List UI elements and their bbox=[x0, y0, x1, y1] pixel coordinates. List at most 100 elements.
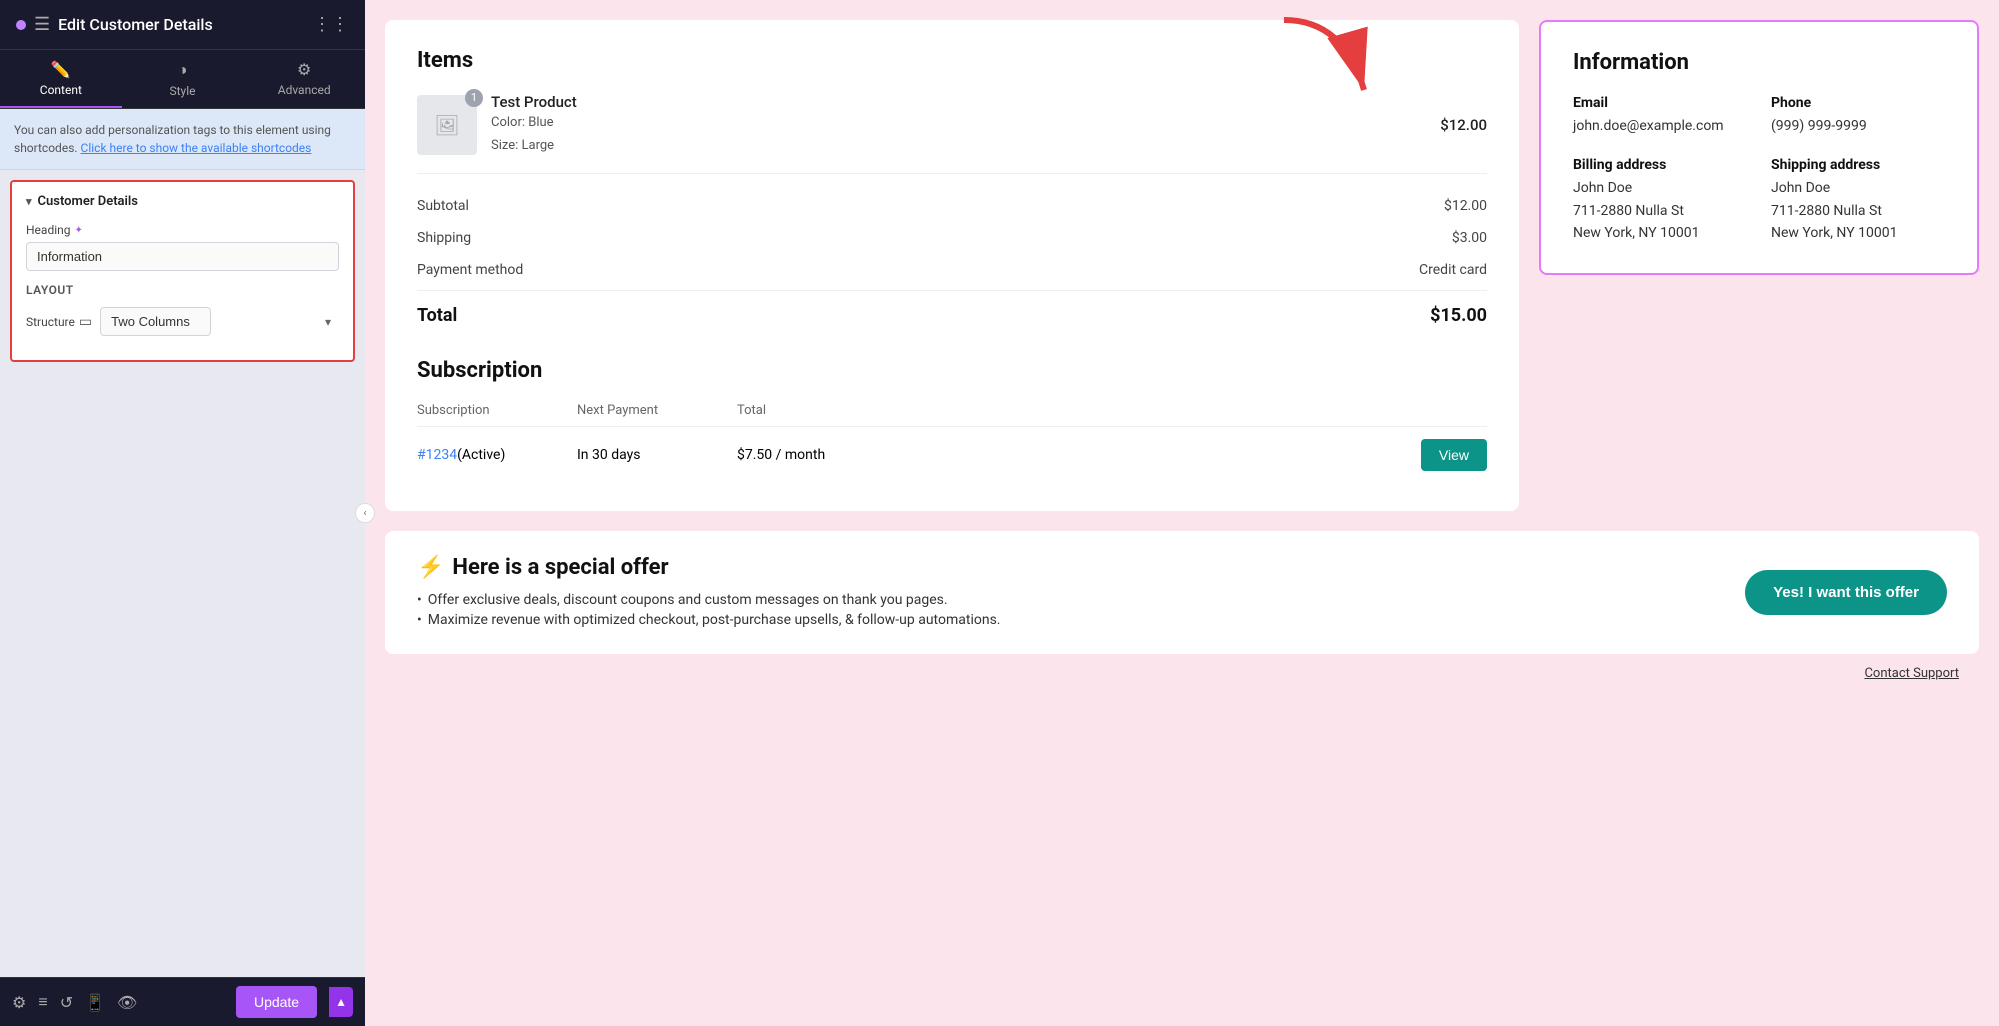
top-row: Items 🖼 1 Test Product Color: Blue Size:… bbox=[385, 20, 1979, 511]
subscription-link[interactable]: #1234 bbox=[417, 447, 457, 463]
hamburger-icon[interactable]: ☰ bbox=[34, 14, 50, 35]
shipping-value: $3.00 bbox=[1452, 230, 1487, 246]
panel-title: Customer Details bbox=[38, 194, 138, 209]
col-subscription: Subscription bbox=[417, 403, 557, 418]
shortcodes-link[interactable]: Click here to show the available shortco… bbox=[81, 141, 312, 155]
summary-total: Total $15.00 bbox=[417, 290, 1487, 334]
shipping-address-value: John Doe711-2880 Nulla StNew York, NY 10… bbox=[1771, 177, 1945, 244]
structure-row: Structure ▭ One Column Two Columns Three… bbox=[26, 307, 339, 336]
payment-label: Payment method bbox=[417, 262, 523, 278]
email-label: Email bbox=[1573, 95, 1747, 111]
sidebar-toolbar: ⚙ ≡ ↺ 📱 👁 Update ▲ bbox=[0, 977, 365, 1026]
email-value: john.doe@example.com bbox=[1573, 115, 1747, 137]
layout-section: Layout Structure ▭ One Column Two Column… bbox=[26, 283, 339, 336]
panel-toggle[interactable]: ▾ Customer Details bbox=[26, 194, 339, 209]
offer-bullet-2: Maximize revenue with optimized checkout… bbox=[417, 610, 1713, 630]
phone-value: (999) 999-9999 bbox=[1771, 115, 1945, 137]
chevron-down-icon: ▾ bbox=[26, 195, 32, 208]
offer-bar: ⚡ Here is a special offer Offer exclusiv… bbox=[385, 531, 1979, 654]
structure-select[interactable]: One Column Two Columns Three Columns bbox=[100, 307, 211, 336]
main-content: Items 🖼 1 Test Product Color: Blue Size:… bbox=[365, 0, 1999, 1026]
preview-icon[interactable]: 👁 bbox=[117, 993, 137, 1012]
payment-value: Credit card bbox=[1419, 262, 1487, 278]
sidebar-title: Edit Customer Details bbox=[58, 15, 213, 34]
subscription-section: Subscription Subscription Next Payment T… bbox=[417, 358, 1487, 483]
information-grid: Email john.doe@example.com Phone (999) 9… bbox=[1573, 95, 1945, 245]
pencil-icon: ✏️ bbox=[51, 60, 71, 79]
subscription-table-header: Subscription Next Payment Total bbox=[417, 403, 1487, 427]
subscription-row: #1234(Active) In 30 days $7.50 / month V… bbox=[417, 427, 1487, 483]
summary-subtotal: Subtotal $12.00 bbox=[417, 190, 1487, 222]
billing-value: John Doe711-2880 Nulla StNew York, NY 10… bbox=[1573, 177, 1747, 244]
product-row: 🖼 1 Test Product Color: Blue Size: Large… bbox=[417, 93, 1487, 174]
tab-content[interactable]: ✏️ Content bbox=[0, 50, 122, 108]
items-title: Items bbox=[417, 48, 1487, 73]
customer-details-panel: ▾ Customer Details Heading ✦ Layout Stru… bbox=[10, 180, 355, 362]
grid-icon[interactable]: ⋮⋮ bbox=[313, 14, 349, 35]
tab-advanced[interactable]: ⚙ Advanced bbox=[243, 50, 365, 108]
col-total: Total bbox=[737, 403, 857, 418]
total-label: Total bbox=[417, 305, 457, 326]
subtotal-value: $12.00 bbox=[1444, 198, 1487, 214]
tab-style-label: Style bbox=[170, 84, 196, 98]
view-button[interactable]: View bbox=[1421, 439, 1487, 471]
sub-status: (Active) bbox=[457, 447, 505, 463]
summary-shipping: Shipping $3.00 bbox=[417, 222, 1487, 254]
settings-icon[interactable]: ⚙ bbox=[12, 993, 26, 1012]
info-banner: You can also add personalization tags to… bbox=[0, 109, 365, 170]
contrast-icon: ◑ bbox=[178, 60, 188, 80]
mobile-icon[interactable]: 📱 bbox=[85, 993, 105, 1012]
subtotal-label: Subtotal bbox=[417, 198, 469, 214]
tab-advanced-label: Advanced bbox=[278, 83, 331, 97]
shipping-address-label: Shipping address bbox=[1771, 157, 1945, 173]
shipping-label: Shipping bbox=[417, 230, 471, 246]
sub-next-payment: In 30 days bbox=[577, 447, 717, 463]
tab-style[interactable]: ◑ Style bbox=[122, 50, 244, 108]
heading-label: Heading ✦ bbox=[26, 223, 339, 237]
offer-bullets: Offer exclusive deals, discount coupons … bbox=[417, 590, 1713, 630]
sub-total: $7.50 / month bbox=[737, 447, 857, 463]
offer-bullet-1: Offer exclusive deals, discount coupons … bbox=[417, 590, 1713, 610]
heading-field-row: Heading ✦ bbox=[26, 223, 339, 271]
gear-icon: ⚙ bbox=[297, 60, 311, 79]
offer-left: ⚡ Here is a special offer Offer exclusiv… bbox=[417, 555, 1713, 630]
product-size: Size: Large bbox=[491, 136, 1426, 157]
monitor-icon: ▭ bbox=[79, 314, 92, 330]
layout-title: Layout bbox=[26, 283, 339, 297]
product-info: Test Product Color: Blue Size: Large bbox=[491, 93, 1426, 157]
product-color: Color: Blue bbox=[491, 113, 1426, 134]
items-card: Items 🖼 1 Test Product Color: Blue Size:… bbox=[385, 20, 1519, 511]
heading-input[interactable] bbox=[26, 242, 339, 271]
info-shipping: Shipping address John Doe711-2880 Nulla … bbox=[1771, 157, 1945, 244]
structure-label: Structure ▭ bbox=[26, 314, 92, 330]
total-value: $15.00 bbox=[1430, 305, 1487, 326]
sidebar-tabs: ✏️ Content ◑ Style ⚙ Advanced bbox=[0, 50, 365, 109]
contact-support-link[interactable]: Contact Support bbox=[1864, 656, 1979, 681]
sidebar-collapse-button[interactable]: ‹ bbox=[355, 503, 375, 523]
sub-id: #1234(Active) bbox=[417, 447, 557, 463]
history-icon[interactable]: ↺ bbox=[60, 993, 73, 1012]
product-price: $12.00 bbox=[1440, 116, 1487, 134]
info-billing: Billing address John Doe711-2880 Nulla S… bbox=[1573, 157, 1747, 244]
sparkle-icon: ✦ bbox=[75, 225, 83, 236]
lightning-icon: ⚡ bbox=[417, 555, 444, 580]
update-button[interactable]: Update bbox=[236, 986, 317, 1018]
col-next-payment: Next Payment bbox=[577, 403, 717, 418]
summary-payment: Payment method Credit card bbox=[417, 254, 1487, 286]
image-icon: 🖼 bbox=[434, 113, 459, 137]
offer-button[interactable]: Yes! I want this offer bbox=[1745, 570, 1947, 615]
information-title: Information bbox=[1573, 50, 1945, 75]
billing-label: Billing address bbox=[1573, 157, 1747, 173]
info-email: Email john.doe@example.com bbox=[1573, 95, 1747, 137]
sidebar: ☰ Edit Customer Details ⋮⋮ ✏️ Content ◑ … bbox=[0, 0, 365, 1026]
dot-indicator bbox=[16, 20, 26, 30]
product-image: 🖼 1 bbox=[417, 95, 477, 155]
offer-title: ⚡ Here is a special offer bbox=[417, 555, 1713, 580]
tab-content-label: Content bbox=[40, 83, 82, 97]
sidebar-content: You can also add personalization tags to… bbox=[0, 109, 365, 977]
phone-label: Phone bbox=[1771, 95, 1945, 111]
structure-select-wrapper: One Column Two Columns Three Columns bbox=[100, 307, 339, 336]
information-card: Information Email john.doe@example.com P… bbox=[1539, 20, 1979, 275]
layers-icon[interactable]: ≡ bbox=[38, 992, 47, 1012]
update-chevron-button[interactable]: ▲ bbox=[329, 987, 353, 1017]
